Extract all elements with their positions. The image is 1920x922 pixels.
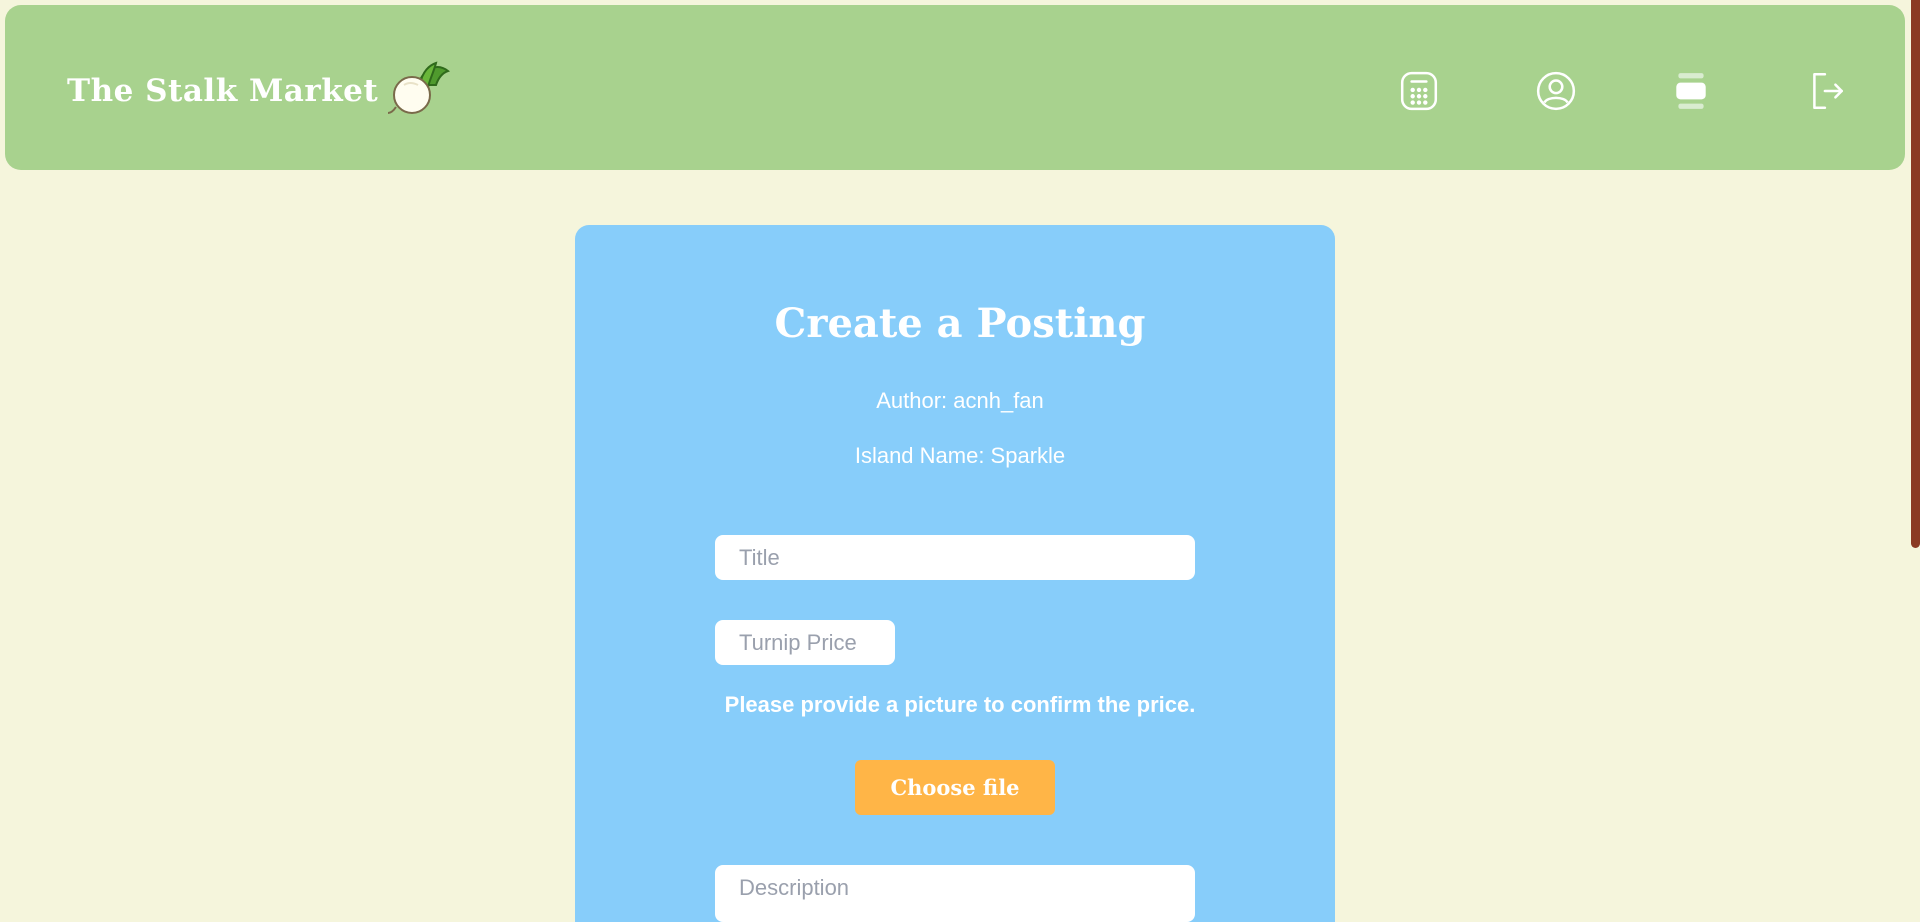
nav-icon-bar [5,67,1905,117]
profile-icon [1536,71,1576,111]
scrollbar-track[interactable] [1910,0,1920,922]
logout-nav-button[interactable] [1803,67,1851,115]
page: The Stalk Market Create a Posting Author… [0,0,1920,922]
profile-nav-button[interactable] [1532,67,1580,115]
postings-icon [1676,73,1706,109]
logout-icon [1813,72,1843,110]
scrollbar-thumb[interactable] [1911,0,1920,548]
choose-file-button[interactable]: Choose file [855,760,1055,815]
island-name-text: Island Name: Sparkle [854,443,1066,468]
turnip-price-input[interactable] [715,620,895,665]
postings-nav-button[interactable] [1667,67,1715,115]
description-textarea[interactable] [715,865,1195,922]
title-input[interactable] [715,535,1195,580]
author-text: Author: acnh_fan [876,388,1044,413]
calculator-nav-button[interactable] [1395,67,1443,115]
calculator-icon [1400,71,1438,111]
page-title: Create a Posting [774,300,1146,347]
price-proof-note: Please provide a picture to confirm the … [724,692,1196,717]
top-navbar: The Stalk Market [5,5,1905,170]
